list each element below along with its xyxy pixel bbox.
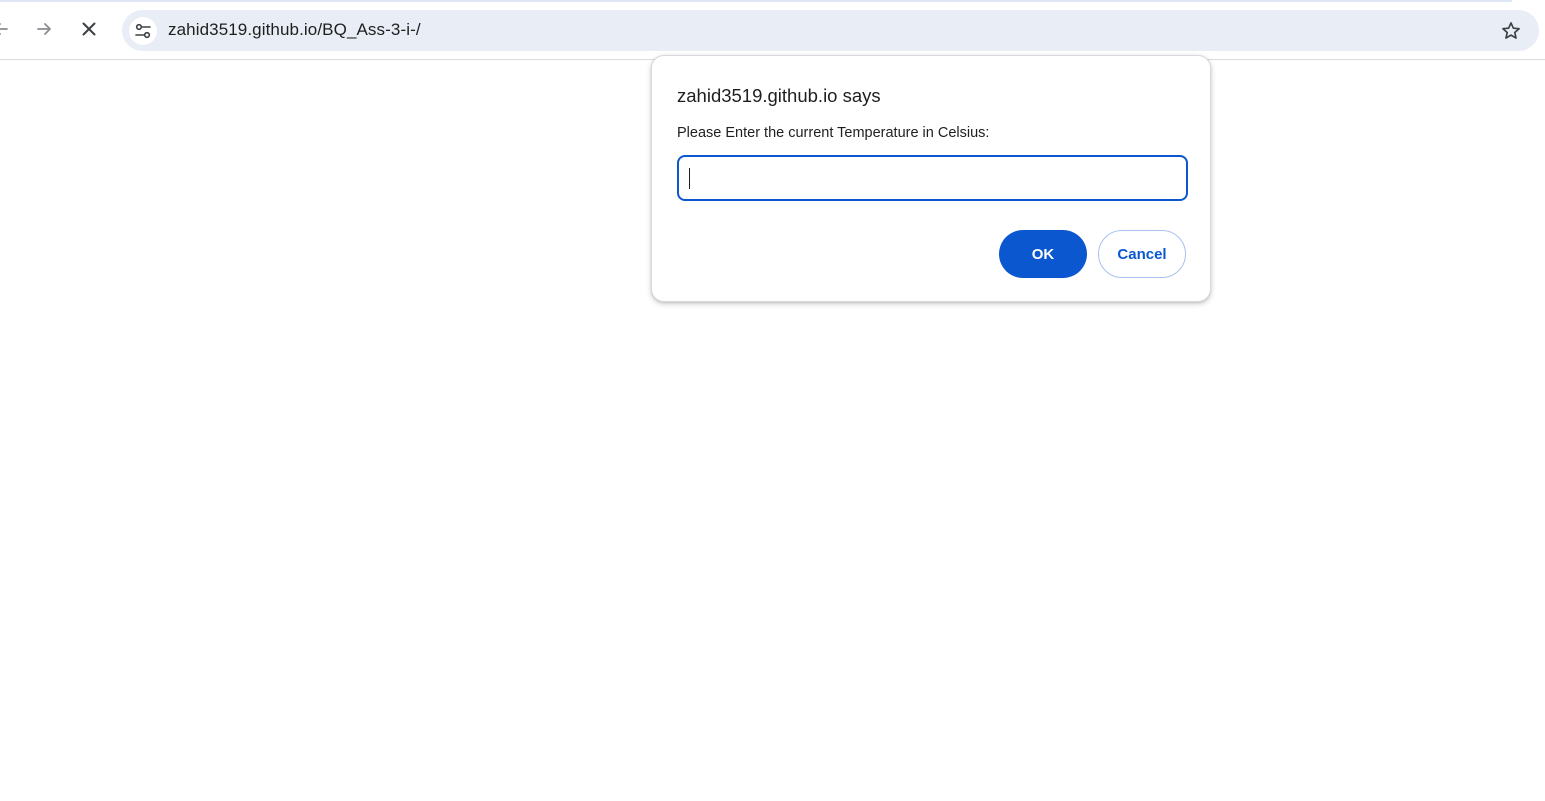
browser-toolbar: zahid3519.github.io/BQ_Ass-3-i-/ bbox=[0, 2, 1545, 60]
dialog-message: Please Enter the current Temperature in … bbox=[677, 125, 990, 141]
bookmark-button[interactable] bbox=[1499, 19, 1523, 43]
url-text[interactable]: zahid3519.github.io/BQ_Ass-3-i-/ bbox=[168, 20, 421, 40]
text-caret bbox=[689, 168, 690, 189]
cancel-button[interactable]: Cancel bbox=[1098, 230, 1186, 278]
tune-icon bbox=[135, 23, 151, 39]
arrow-right-icon bbox=[37, 23, 51, 35]
arrow-left-icon bbox=[0, 23, 8, 35]
ok-button[interactable]: OK bbox=[999, 230, 1087, 278]
close-icon bbox=[82, 22, 96, 36]
back-button[interactable] bbox=[0, 12, 18, 46]
prompt-dialog: zahid3519.github.io says Please Enter th… bbox=[651, 55, 1211, 302]
temperature-input[interactable] bbox=[677, 155, 1188, 201]
site-info-button[interactable] bbox=[129, 17, 157, 45]
dialog-title: zahid3519.github.io says bbox=[677, 85, 881, 106]
address-bar[interactable]: zahid3519.github.io/BQ_Ass-3-i-/ bbox=[122, 10, 1539, 51]
stop-loading-button[interactable] bbox=[72, 12, 106, 46]
forward-button[interactable] bbox=[27, 12, 61, 46]
star-outline-icon bbox=[1502, 22, 1520, 39]
